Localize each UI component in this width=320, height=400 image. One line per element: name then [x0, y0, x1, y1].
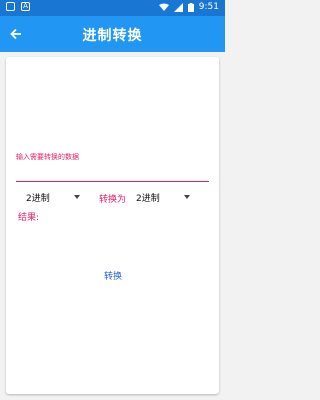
- to-base-value: 2进制: [136, 193, 160, 204]
- status-time: 9:51: [198, 2, 219, 12]
- number-input[interactable]: [16, 163, 209, 179]
- from-base-value: 2进制: [26, 193, 50, 204]
- convert-to-label: 转换为: [99, 195, 127, 205]
- from-base-select[interactable]: 2进制: [26, 189, 86, 205]
- result-label: 结果:: [18, 213, 40, 223]
- input-label: 输入需要转换的数据: [16, 153, 79, 161]
- signal-icon: [173, 2, 183, 12]
- convert-button[interactable]: 转换: [92, 269, 134, 285]
- status-bar: A 9:51: [0, 0, 225, 16]
- to-base-select[interactable]: 2进制: [136, 189, 196, 205]
- notification-box-icon: [6, 2, 15, 11]
- dropdown-caret-icon: [74, 195, 80, 199]
- a-icon: A: [21, 2, 30, 11]
- battery-icon: [187, 2, 194, 12]
- dropdown-caret-icon: [184, 195, 190, 199]
- app-bar: 进制转换: [0, 16, 225, 52]
- converter-card: 输入需要转换的数据 2进制 转换为 2进制 结果: 转换: [6, 57, 219, 394]
- page-title: 进制转换: [82, 28, 143, 44]
- input-underline: [16, 181, 209, 182]
- wifi-icon: [158, 3, 169, 11]
- base-select-row: 2进制 转换为 2进制: [6, 189, 219, 205]
